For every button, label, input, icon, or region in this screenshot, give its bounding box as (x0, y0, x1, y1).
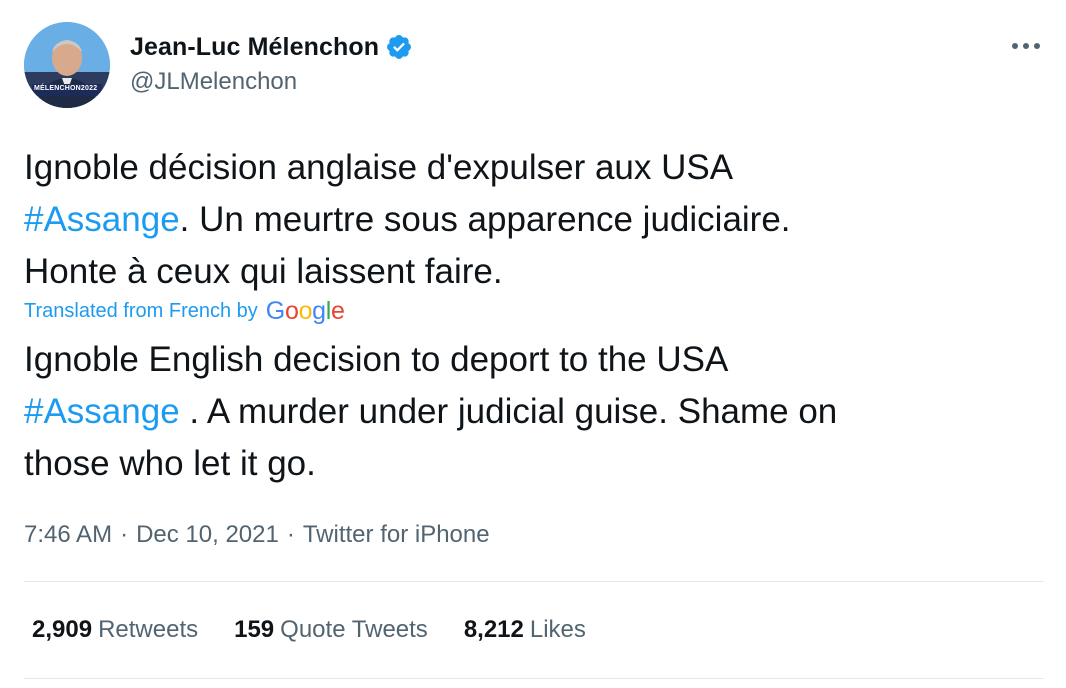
translation-line-3: those who let it go. (24, 444, 316, 483)
divider-bottom (24, 678, 1044, 679)
avatar-badge-text: MÉLENCHON2022 (34, 85, 98, 92)
likes-label: Likes (529, 616, 586, 643)
hashtag-link[interactable]: #Assange (24, 200, 180, 239)
translation-hashtag-link[interactable]: #Assange (24, 392, 180, 431)
translation-attribution: Translated from French by Google (24, 296, 345, 326)
quote-tweets-count: 159 (234, 616, 275, 643)
tweet-time[interactable]: 7:46 AM (24, 521, 112, 549)
likes-count: 8,212 (463, 616, 524, 643)
tweet-original-text: Ignoble décision anglaise d'expulser aux… (24, 142, 1034, 298)
retweets-label: Retweets (98, 616, 199, 643)
original-line-2-text: . Un meurtre sous apparence judiciaire. (179, 200, 791, 239)
original-line-1: Ignoble décision anglaise d'expulser aux… (24, 148, 734, 187)
author-handle[interactable]: @JLMelenchon (130, 68, 297, 96)
author-display-name[interactable]: Jean-Luc Mélenchon (130, 33, 379, 62)
author-name-row: Jean-Luc Mélenchon (130, 30, 413, 64)
retweets-stat[interactable]: 2,909 Retweets (32, 616, 198, 644)
original-line-3: Honte à ceux qui laissent faire. (24, 252, 503, 291)
google-logo-letter: e (331, 296, 345, 325)
translation-line-1: Ignoble English decision to deport to th… (24, 340, 729, 379)
quote-tweets-label: Quote Tweets (280, 616, 428, 643)
google-logo-letter: o (298, 296, 313, 325)
translation-line-2: #Assange . A murder under judicial guise… (24, 386, 1034, 438)
avatar[interactable]: MÉLENCHON2022 (24, 22, 110, 108)
google-logo-letter: g (312, 296, 326, 325)
tweet-meta: 7:46 AM · Dec 10, 2021 · Twitter for iPh… (24, 518, 490, 552)
divider-top (24, 581, 1044, 582)
tweet-stats: 2,909 Retweets 159 Quote Tweets 8,212 Likes (32, 612, 622, 648)
tweet-card: MÉLENCHON2022 Jean-Luc Mélenchon @JLMele… (0, 0, 1066, 688)
google-logo: Google (266, 297, 345, 326)
tweet-translation-text: Ignoble English decision to deport to th… (24, 334, 1034, 490)
meta-separator: · (286, 521, 295, 548)
google-logo-letter: G (265, 296, 285, 325)
meta-separator: · (120, 521, 129, 548)
tweet-date[interactable]: Dec 10, 2021 (136, 521, 279, 549)
translation-line-2-text: . A murder under judicial guise. Shame o… (179, 392, 838, 431)
avatar-image (24, 22, 110, 108)
google-logo-letter: o (284, 296, 299, 325)
tweet-source[interactable]: Twitter for iPhone (303, 521, 490, 549)
verified-badge-icon (385, 33, 413, 61)
translated-from-label: Translated from French by (24, 299, 258, 322)
quote-tweets-stat[interactable]: 159 Quote Tweets (234, 616, 428, 644)
original-line-2: #Assange. Un meurtre sous apparence judi… (24, 194, 1034, 246)
retweets-count: 2,909 (32, 616, 93, 643)
likes-stat[interactable]: 8,212 Likes (464, 616, 586, 644)
more-options-icon[interactable] (1004, 30, 1048, 62)
